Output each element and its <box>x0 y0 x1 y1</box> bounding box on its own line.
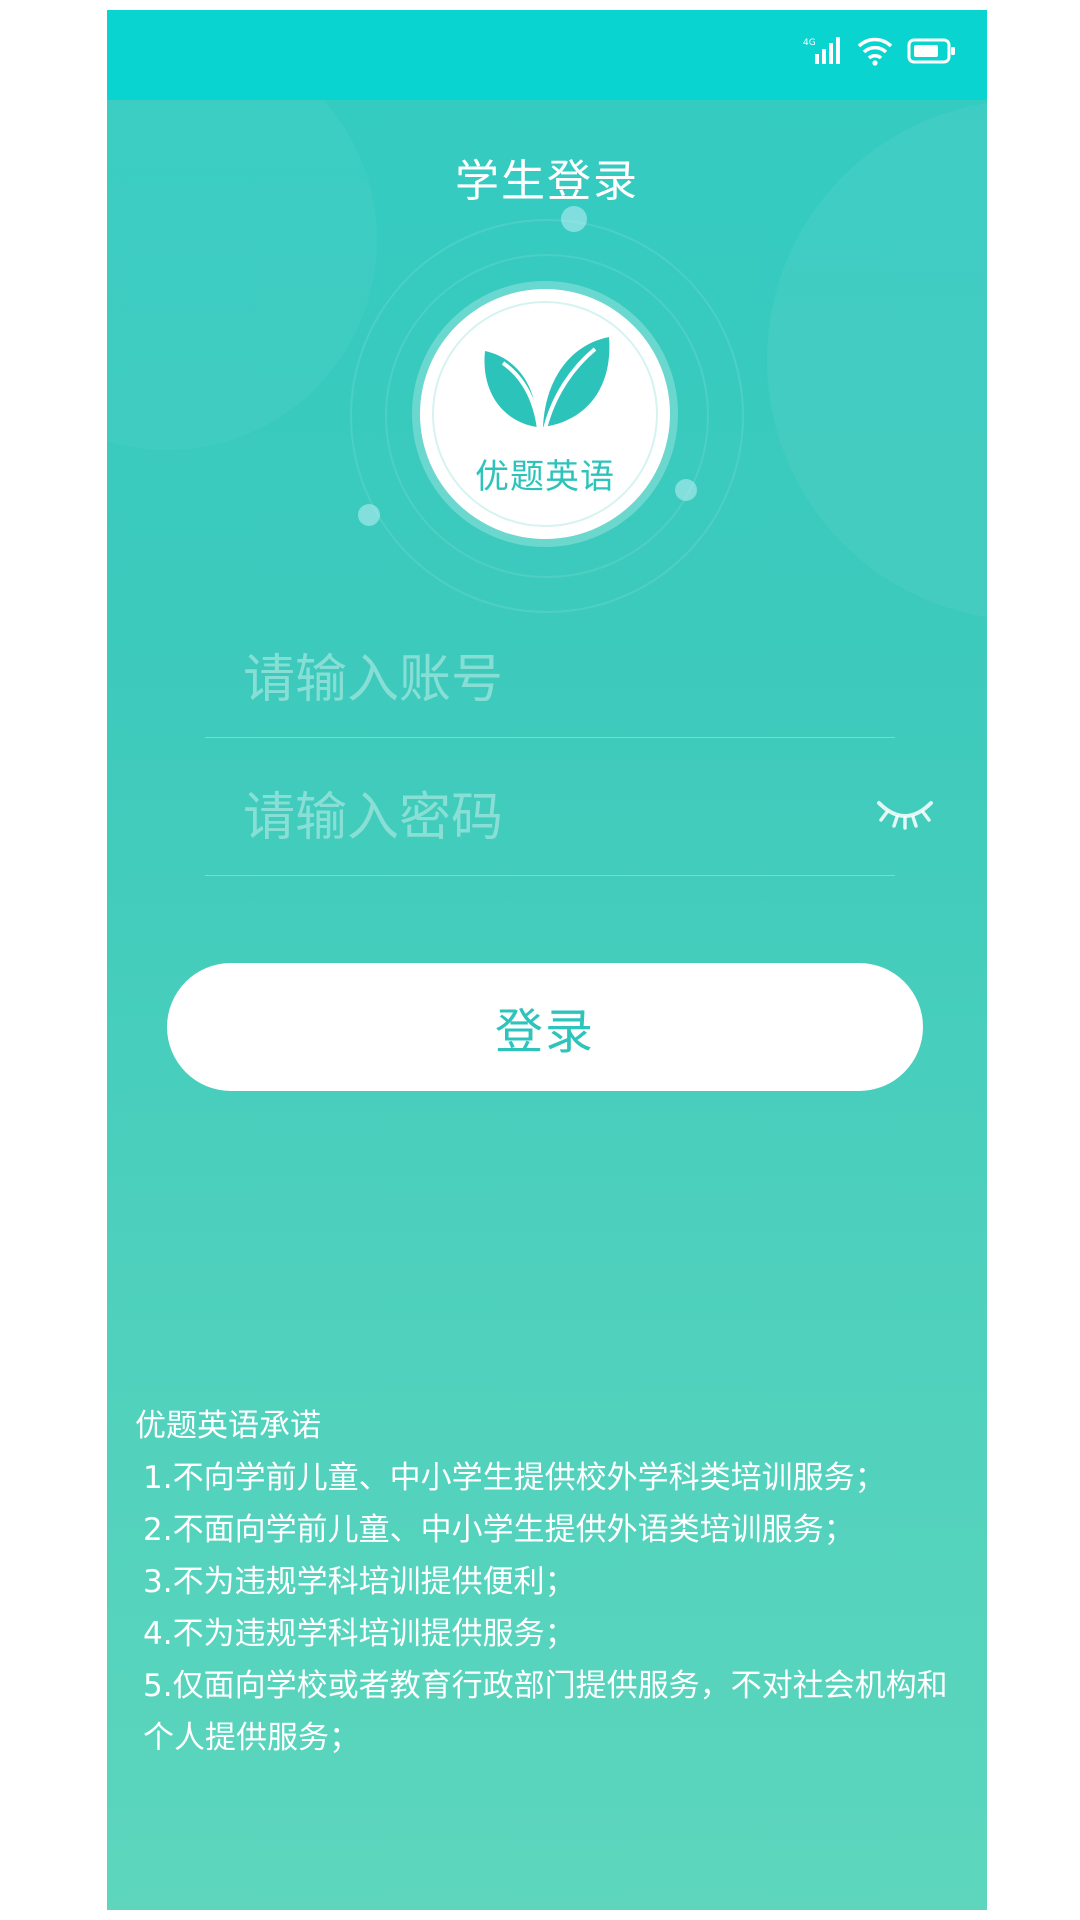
promise-item: 3.不为违规学科培训提供便利； <box>143 1564 576 1600</box>
leaf-icon <box>484 337 610 430</box>
password-input[interactable] <box>241 777 845 859</box>
promise-item: 5.仅面向学校或者教育行政部门提供服务，不对社会机构和个人提供服务； <box>143 1668 948 1756</box>
svg-text:4G: 4G <box>803 38 816 48</box>
login-screen: 4G 学生登录 优题英语 请输入账号 登录 优题英语承诺 1.不向学前儿童、中小… <box>107 10 987 1910</box>
wifi-icon <box>857 36 893 70</box>
account-field <box>205 617 895 738</box>
battery-icon <box>907 36 957 70</box>
promise-section: 优题英语承诺 1.不向学前儿童、中小学生提供校外学科类培训服务； 2.不面向学前… <box>135 1400 965 1764</box>
app-logo: 优题英语 <box>420 289 670 539</box>
decor-dot <box>561 206 587 232</box>
logo-text: 优题英语 <box>475 457 615 497</box>
status-bar: 4G <box>107 10 987 100</box>
account-input[interactable] <box>241 639 845 721</box>
signal-icon: 4G <box>803 36 843 70</box>
eye-closed-icon[interactable] <box>875 795 935 839</box>
promise-item: 1.不向学前儿童、中小学生提供校外学科类培训服务； <box>143 1460 886 1496</box>
promise-item: 2.不面向学前儿童、中小学生提供外语类培训服务； <box>143 1512 855 1548</box>
page-title: 学生登录 <box>455 156 639 207</box>
decor-dot <box>675 479 697 501</box>
password-field <box>205 755 933 876</box>
decor-dot <box>358 504 380 526</box>
login-button[interactable]: 登录 <box>167 963 923 1091</box>
promise-item: 4.不为违规学科培训提供服务； <box>143 1616 576 1652</box>
promise-title: 优题英语承诺 <box>135 1408 321 1444</box>
